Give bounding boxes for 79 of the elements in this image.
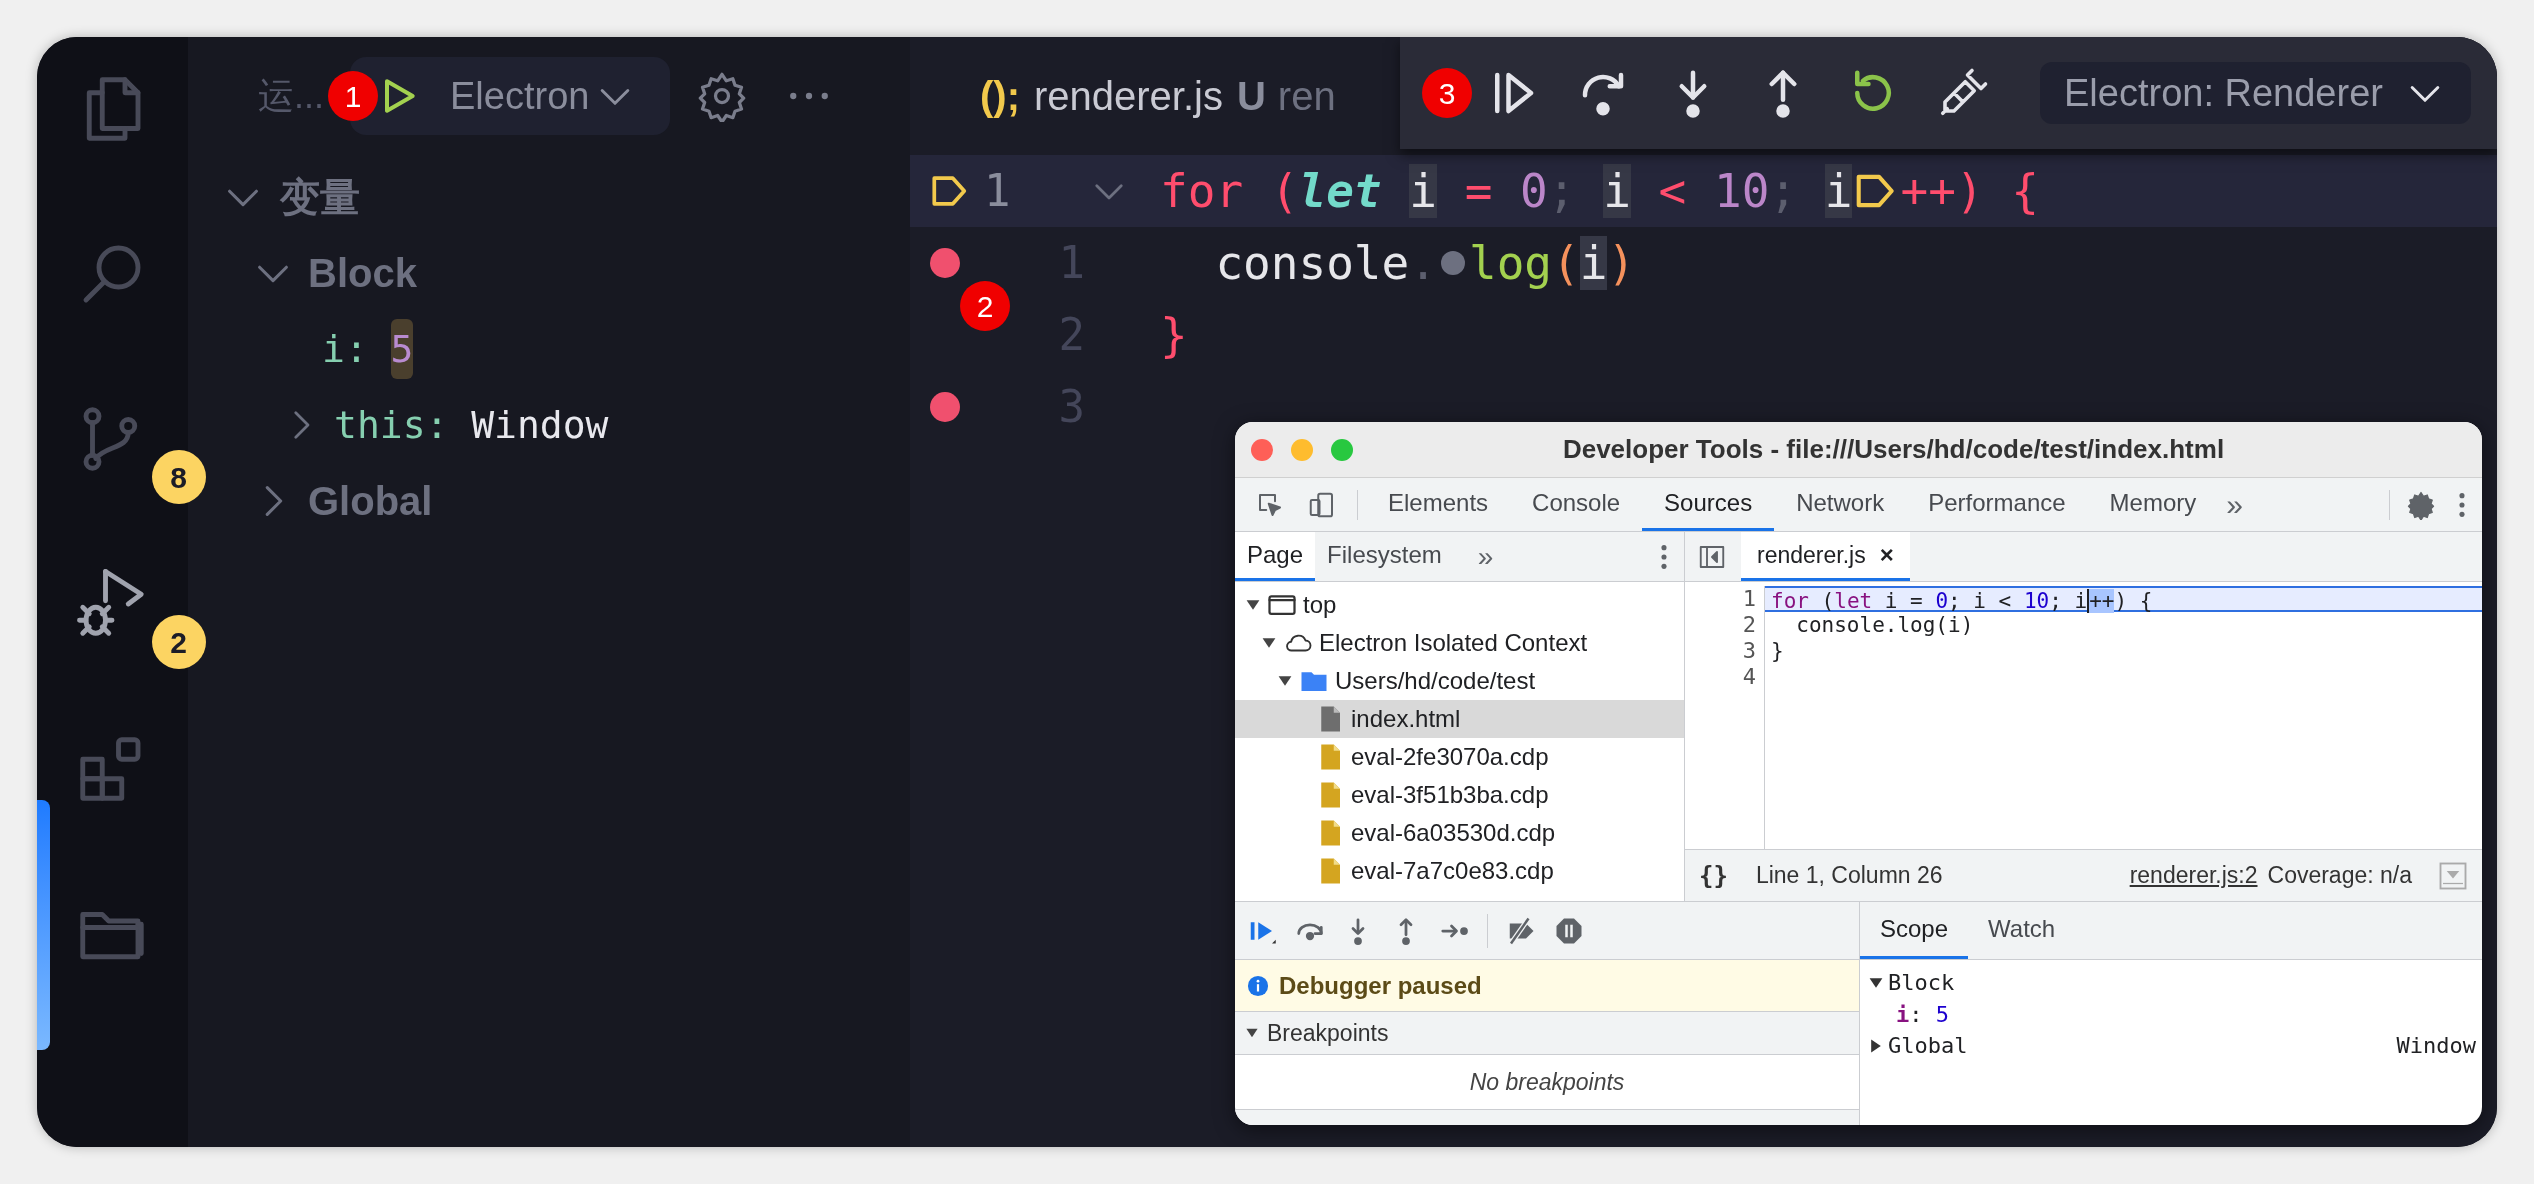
window-title: Developer Tools - file:///Users/hd/code/test/index.html bbox=[1562, 433, 2225, 466]
count-badge: 8 bbox=[151, 450, 206, 504]
code-text: ++) { bbox=[1900, 162, 2039, 220]
tree-item[interactable]: eval-6a03530d.cdp bbox=[1235, 814, 1684, 852]
variable-entry[interactable]: i: 5 bbox=[322, 320, 414, 378]
sidebar-tab[interactable]: Watch bbox=[1968, 902, 2076, 959]
tree-item[interactable]: eval-3f51b3ba.cdp bbox=[1235, 776, 1684, 814]
tree-item[interactable]: index.html bbox=[1235, 700, 1684, 738]
line-number: 3 bbox=[1742, 638, 1756, 664]
variable-entry[interactable]: this: Window bbox=[334, 396, 609, 454]
tree-item[interactable]: eval-2fe3070a.cdp bbox=[1235, 738, 1684, 776]
line-number: 1 bbox=[1742, 586, 1756, 612]
scope-label[interactable]: Block bbox=[308, 243, 417, 303]
panel-tab[interactable]: Memory bbox=[2087, 478, 2219, 531]
tree-item[interactable]: Users/hd/code/test bbox=[1235, 662, 1684, 700]
source-link[interactable]: renderer.js:2 bbox=[2129, 858, 2258, 893]
tree-item[interactable]: eval-7a7c0e83.cdp bbox=[1235, 852, 1684, 890]
info-icon bbox=[1247, 974, 1269, 997]
code-line: } bbox=[1770, 638, 1785, 664]
close-button[interactable] bbox=[1251, 439, 1273, 461]
more-tabs-button[interactable]: » bbox=[1453, 535, 1518, 578]
panel-tab[interactable]: Elements bbox=[1366, 478, 1511, 531]
sidebar-tab[interactable]: Scope bbox=[1860, 902, 1969, 959]
tree-label: index.html bbox=[1351, 704, 1461, 734]
tree-item[interactable]: Electron Isolated Context bbox=[1235, 624, 1684, 662]
file-tab[interactable]: renderer.js × bbox=[1741, 532, 1910, 581]
code-text: console. bbox=[1214, 234, 1437, 292]
code-text: } bbox=[1160, 306, 1188, 364]
section-title[interactable]: 变量 bbox=[280, 167, 360, 227]
callout-badge: 2 bbox=[960, 281, 1010, 331]
callout-badge: 1 bbox=[328, 71, 378, 121]
more-actions-icon[interactable] bbox=[788, 90, 830, 102]
tree-label: Users/hd/code/test bbox=[1335, 666, 1536, 696]
scope-label[interactable]: Global bbox=[308, 471, 433, 531]
tree-label: eval-6a03530d.cdp bbox=[1351, 818, 1556, 848]
cursor-position: Line 1, Column 26 bbox=[1755, 861, 1943, 891]
inline-breakpoint-icon[interactable] bbox=[1440, 251, 1465, 275]
scope-value: Window bbox=[2396, 1032, 2476, 1060]
scope-label[interactable]: Block bbox=[1888, 966, 1955, 999]
tree-label: eval-2fe3070a.cdp bbox=[1351, 742, 1549, 772]
code-text: log(i) bbox=[1468, 234, 1636, 292]
section-header[interactable]: Breakpoints bbox=[1235, 1012, 1859, 1055]
tab-label: renderer.js bbox=[1757, 540, 1866, 570]
panel-tab[interactable]: Network bbox=[1774, 478, 1907, 531]
scope-label[interactable]: Global bbox=[1888, 1029, 1968, 1062]
line-number: 1 bbox=[984, 164, 1012, 218]
line-number: 2 bbox=[1742, 612, 1756, 638]
callout-badge: 3 bbox=[1422, 68, 1472, 118]
view-title: 运... bbox=[258, 74, 324, 118]
variable-entry: i: 5 bbox=[1896, 1000, 1949, 1029]
tree-label: eval-3f51b3ba.cdp bbox=[1351, 780, 1549, 810]
panel-tab[interactable]: Console bbox=[1510, 478, 1643, 531]
drawer-toggle-icon[interactable] bbox=[2438, 860, 2468, 891]
banner-text: Debugger paused bbox=[1279, 970, 1482, 1001]
deactivate-breakpoints-icon[interactable] bbox=[1506, 915, 1536, 946]
tree-label: eval-7a7c0e83.cdp bbox=[1351, 856, 1554, 886]
git-status: U bbox=[1236, 73, 1266, 120]
file-type-icon: (); bbox=[980, 66, 1020, 126]
tree-label: Electron Isolated Context bbox=[1319, 628, 1588, 658]
settings-icon[interactable] bbox=[696, 70, 748, 122]
close-tab-button[interactable]: × bbox=[1879, 537, 1894, 573]
pretty-print-button[interactable]: {} bbox=[1699, 857, 1728, 894]
section-title: Breakpoints bbox=[1267, 1018, 1389, 1048]
code-text: for (let i = 0; i < 10; i bbox=[1160, 162, 1853, 220]
code-line: console.log(i) bbox=[1795, 612, 1975, 638]
line-number: 4 bbox=[1742, 664, 1756, 690]
editor-tab[interactable]: (); renderer.js U bbox=[980, 66, 1266, 126]
navigator-tab[interactable]: Filesystem bbox=[1315, 532, 1454, 581]
count-badge: 2 bbox=[151, 615, 206, 669]
tree-item[interactable]: top bbox=[1235, 586, 1684, 624]
tree-label: top bbox=[1303, 590, 1337, 620]
more-tabs-button[interactable]: » bbox=[2218, 482, 2251, 527]
more-options-icon[interactable] bbox=[1660, 542, 1668, 571]
settings-icon[interactable] bbox=[2406, 489, 2436, 520]
more-options-icon[interactable] bbox=[2458, 490, 2466, 519]
coverage-status: Coverage: n/a bbox=[2267, 861, 2412, 891]
navigator-tab[interactable]: Page bbox=[1235, 532, 1316, 581]
panel-tab[interactable]: Performance bbox=[1906, 478, 2088, 531]
launch-config-dropdown[interactable]: Electron: Renderer bbox=[2040, 62, 2471, 124]
